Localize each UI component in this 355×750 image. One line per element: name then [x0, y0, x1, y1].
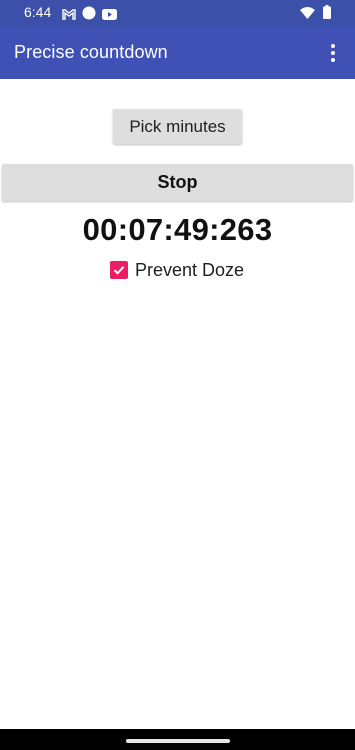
wifi-icon: [300, 6, 315, 24]
screen: 6:44 Precise countdown Pick minutes Stop…: [0, 0, 355, 750]
home-gesture-handle[interactable]: [126, 739, 230, 743]
youtube-icon: [102, 7, 117, 25]
prevent-doze-label: Prevent Doze: [135, 259, 245, 280]
pick-minutes-button[interactable]: Pick minutes: [113, 109, 242, 144]
checkbox-checked-icon[interactable]: [110, 261, 128, 279]
overflow-menu-icon[interactable]: [323, 41, 343, 65]
notification-icons: [62, 6, 117, 25]
app-title: Precise countdown: [14, 42, 168, 62]
navigation-bar: [0, 729, 355, 750]
battery-icon: [323, 5, 331, 24]
app-bar: Precise countdown: [0, 27, 355, 79]
prevent-doze-checkbox[interactable]: Prevent Doze: [110, 259, 244, 281]
circle-icon: [82, 6, 96, 25]
status-bar: 6:44: [0, 0, 355, 27]
stop-button[interactable]: Stop: [2, 164, 353, 201]
status-time: 6:44: [24, 4, 52, 20]
countdown-timer: 00:07:49:263: [82, 212, 273, 247]
system-icons: [300, 5, 331, 24]
gmail-icon: [62, 7, 76, 25]
